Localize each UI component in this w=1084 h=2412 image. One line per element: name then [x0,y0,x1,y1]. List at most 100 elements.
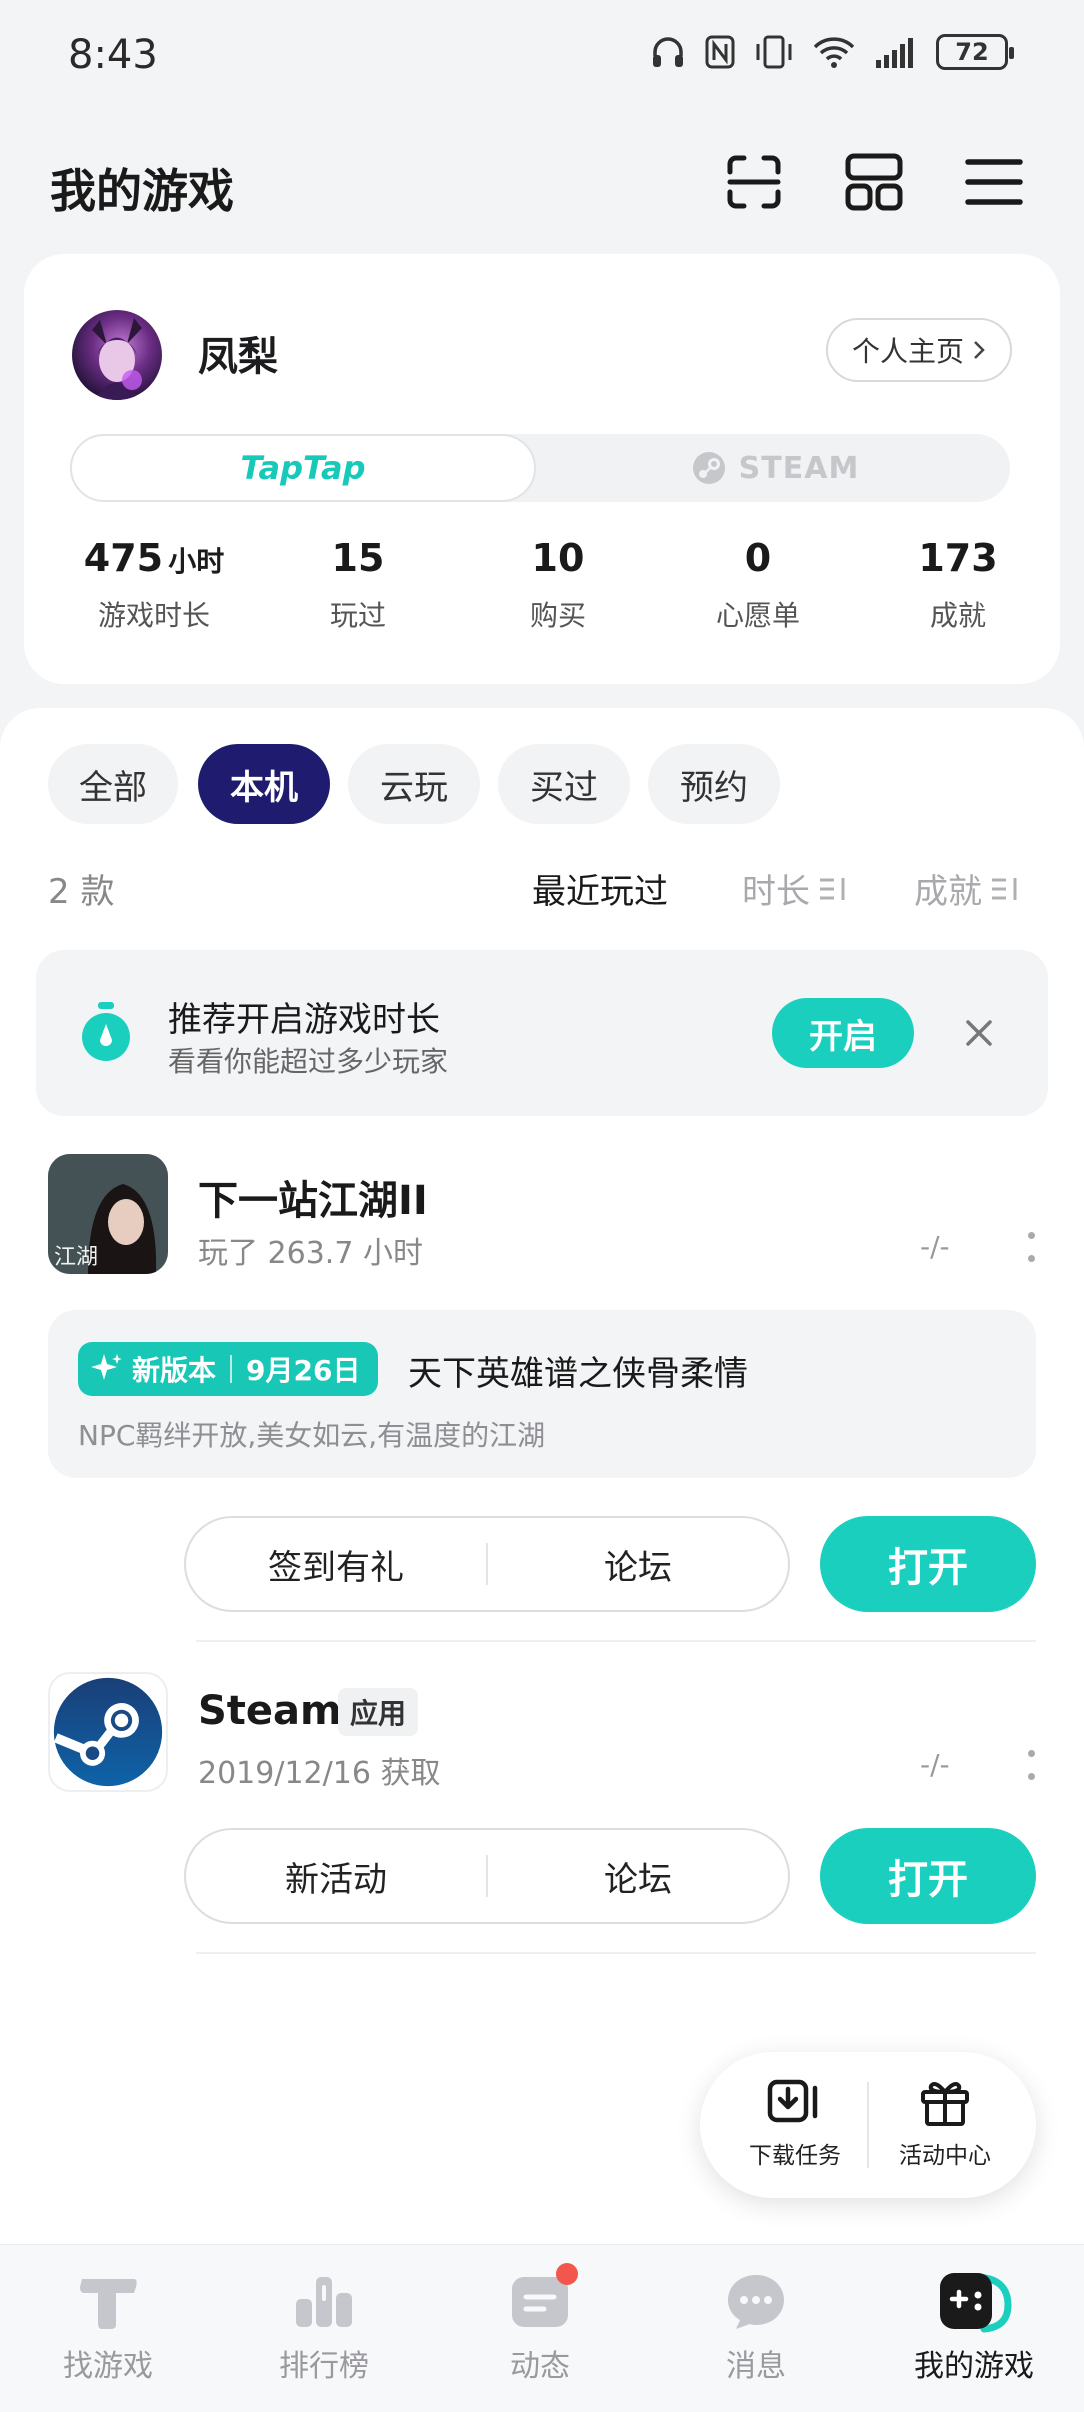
sort-recent-label: 最近玩过 [532,872,668,912]
profile-card: 凤梨 个人主页 TapTap STEAM 475 小时 游戏时长 15 玩过 1… [24,254,1060,684]
notification-dot [556,2263,578,2285]
gift-icon [921,2082,969,2126]
game-icon-jianghu[interactable]: 江湖 [48,1154,168,1274]
stat-wishlist[interactable]: 0 心愿单 [658,536,858,634]
more-options-icon[interactable] [1026,1232,1036,1262]
download-tasks-button[interactable]: 下载任务 [720,2078,870,2170]
nav-my-games[interactable]: 我的游戏 [884,2269,1064,2385]
scan-icon[interactable] [722,150,786,214]
nav-feed[interactable]: 动态 [450,2269,630,2385]
forum-button[interactable]: 论坛 [488,1540,788,1589]
rankings-icon [296,2277,352,2327]
status-bar: 8:43 72 [0,0,1084,110]
stat-playtime[interactable]: 475 小时 游戏时长 [54,536,254,634]
enable-playtime-button[interactable]: 开启 [772,998,914,1068]
download-icon [767,2079,818,2123]
open-game-button[interactable]: 打开 [820,1828,1036,1924]
game-title[interactable]: Steam [198,1688,342,1734]
nfc-icon [705,35,735,69]
menu-icon[interactable] [962,150,1026,214]
vibrate-icon [756,35,792,69]
stat-value: 0 [744,536,772,580]
profile-homepage-button[interactable]: 个人主页 [826,318,1012,382]
nav-label: 消息 [726,2349,786,2384]
avatar-image [92,318,142,400]
activity-center-button[interactable]: 活动中心 [870,2078,1020,2170]
bottom-navigation: 找游戏 排行榜 动态 消息 我的游戏 [0,2244,1084,2412]
stat-label: 游戏时长 [97,599,210,632]
update-card[interactable]: 新版本 9月26日 天下英雄谱之侠骨柔情 NPC羁绊开放,美女如云,有温度的江湖 [48,1310,1036,1478]
forum-button[interactable]: 论坛 [488,1852,788,1901]
game-icon-image: 江湖 [48,1154,168,1274]
download-tasks-label: 下载任务 [749,2143,841,2169]
game-icon-steam[interactable] [48,1672,168,1792]
checkin-reward-button[interactable]: 签到有礼 [186,1540,486,1589]
stat-label: 玩过 [329,599,386,632]
wifi-icon [813,37,855,68]
stat-value: 10 [531,536,585,580]
nav-find-games[interactable]: 找游戏 [18,2269,198,2385]
game-rating: -/- [920,1230,950,1263]
recommend-subtitle: 看看你能超过多少玩家 [168,1045,449,1078]
nav-label: 我的游戏 [914,2349,1034,2384]
chip-all[interactable]: 全部 [48,744,178,824]
username: 凤梨 [198,334,278,380]
game-icon-text: 江湖 [54,1245,98,1270]
stat-value: 475 [83,536,164,580]
game-actions: 签到有礼 论坛 [184,1516,790,1612]
game-actions: 新活动 论坛 [184,1828,790,1924]
open-game-button[interactable]: 打开 [820,1516,1036,1612]
headphones-icon [653,37,683,67]
status-time: 8:43 [68,32,158,78]
badge-label: 新版本 [132,1354,217,1387]
chip-cloud[interactable]: 云玩 [348,744,480,824]
nav-messages[interactable]: 消息 [666,2269,846,2385]
sort-achievements-label: 成就 [914,872,982,912]
more-options-icon[interactable] [1026,1750,1036,1780]
profile-homepage-label: 个人主页 [851,335,964,368]
tab-taptap[interactable]: TapTap [70,434,536,502]
avatar[interactable] [72,310,162,400]
signal-icon [876,38,913,68]
chip-bought[interactable]: 买过 [498,744,630,824]
divider [196,1952,1036,1954]
floating-shortcut-widget: 下载任务 活动中心 [700,2052,1036,2198]
divider [867,2082,869,2168]
nav-label: 找游戏 [63,2349,153,2384]
gamepad-icon [940,2273,1012,2333]
status-icons: 72 [650,34,1014,70]
game-count: 2 款 [48,872,115,912]
nav-rankings[interactable]: 排行榜 [234,2269,414,2385]
game-title[interactable]: 下一站江湖II [198,1168,428,1226]
update-title: 天下英雄谱之侠骨柔情 [408,1354,748,1394]
steam-logo-icon [692,452,725,484]
recommend-title: 推荐开启游戏时长 [168,1000,440,1040]
stat-purchased[interactable]: 10 购买 [458,536,658,634]
stat-label: 心愿单 [715,599,800,632]
tab-steam[interactable]: STEAM [540,434,1010,502]
chip-local[interactable]: 本机 [198,744,330,824]
close-icon[interactable] [964,1018,994,1048]
layout-grid-icon[interactable] [842,150,906,214]
stat-played[interactable]: 15 玩过 [258,536,458,634]
stat-value: 15 [331,536,385,580]
taptap-t-icon [80,2279,137,2329]
battery-indicator: 72 [936,34,1014,70]
new-version-badge: 新版本 9月26日 [78,1342,379,1396]
new-activity-button[interactable]: 新活动 [186,1852,486,1901]
game-acquired-date: 2019/12/16 获取 [198,1756,441,1791]
update-subtitle: NPC羁绊开放,美女如云,有温度的江湖 [78,1419,546,1452]
stat-label: 购买 [529,599,586,632]
stat-unit: 小时 [168,545,225,578]
nav-label: 动态 [510,2349,570,2384]
sort-achievements[interactable]: 成就 [914,864,1020,913]
playtime-recommend-banner: 推荐开启游戏时长 看看你能超过多少玩家 开启 [36,950,1048,1116]
sort-recent[interactable]: 最近玩过 [532,864,668,913]
page-title: 我的游戏 [50,164,234,218]
stat-achievements[interactable]: 173 成就 [858,536,1058,634]
platform-switch: TapTap STEAM [70,434,1010,502]
chip-reserved[interactable]: 预约 [648,744,780,824]
sort-playtime[interactable]: 时长 [742,864,848,913]
tab-steam-label: STEAM [738,450,860,486]
steam-logo-icon [53,1677,163,1787]
